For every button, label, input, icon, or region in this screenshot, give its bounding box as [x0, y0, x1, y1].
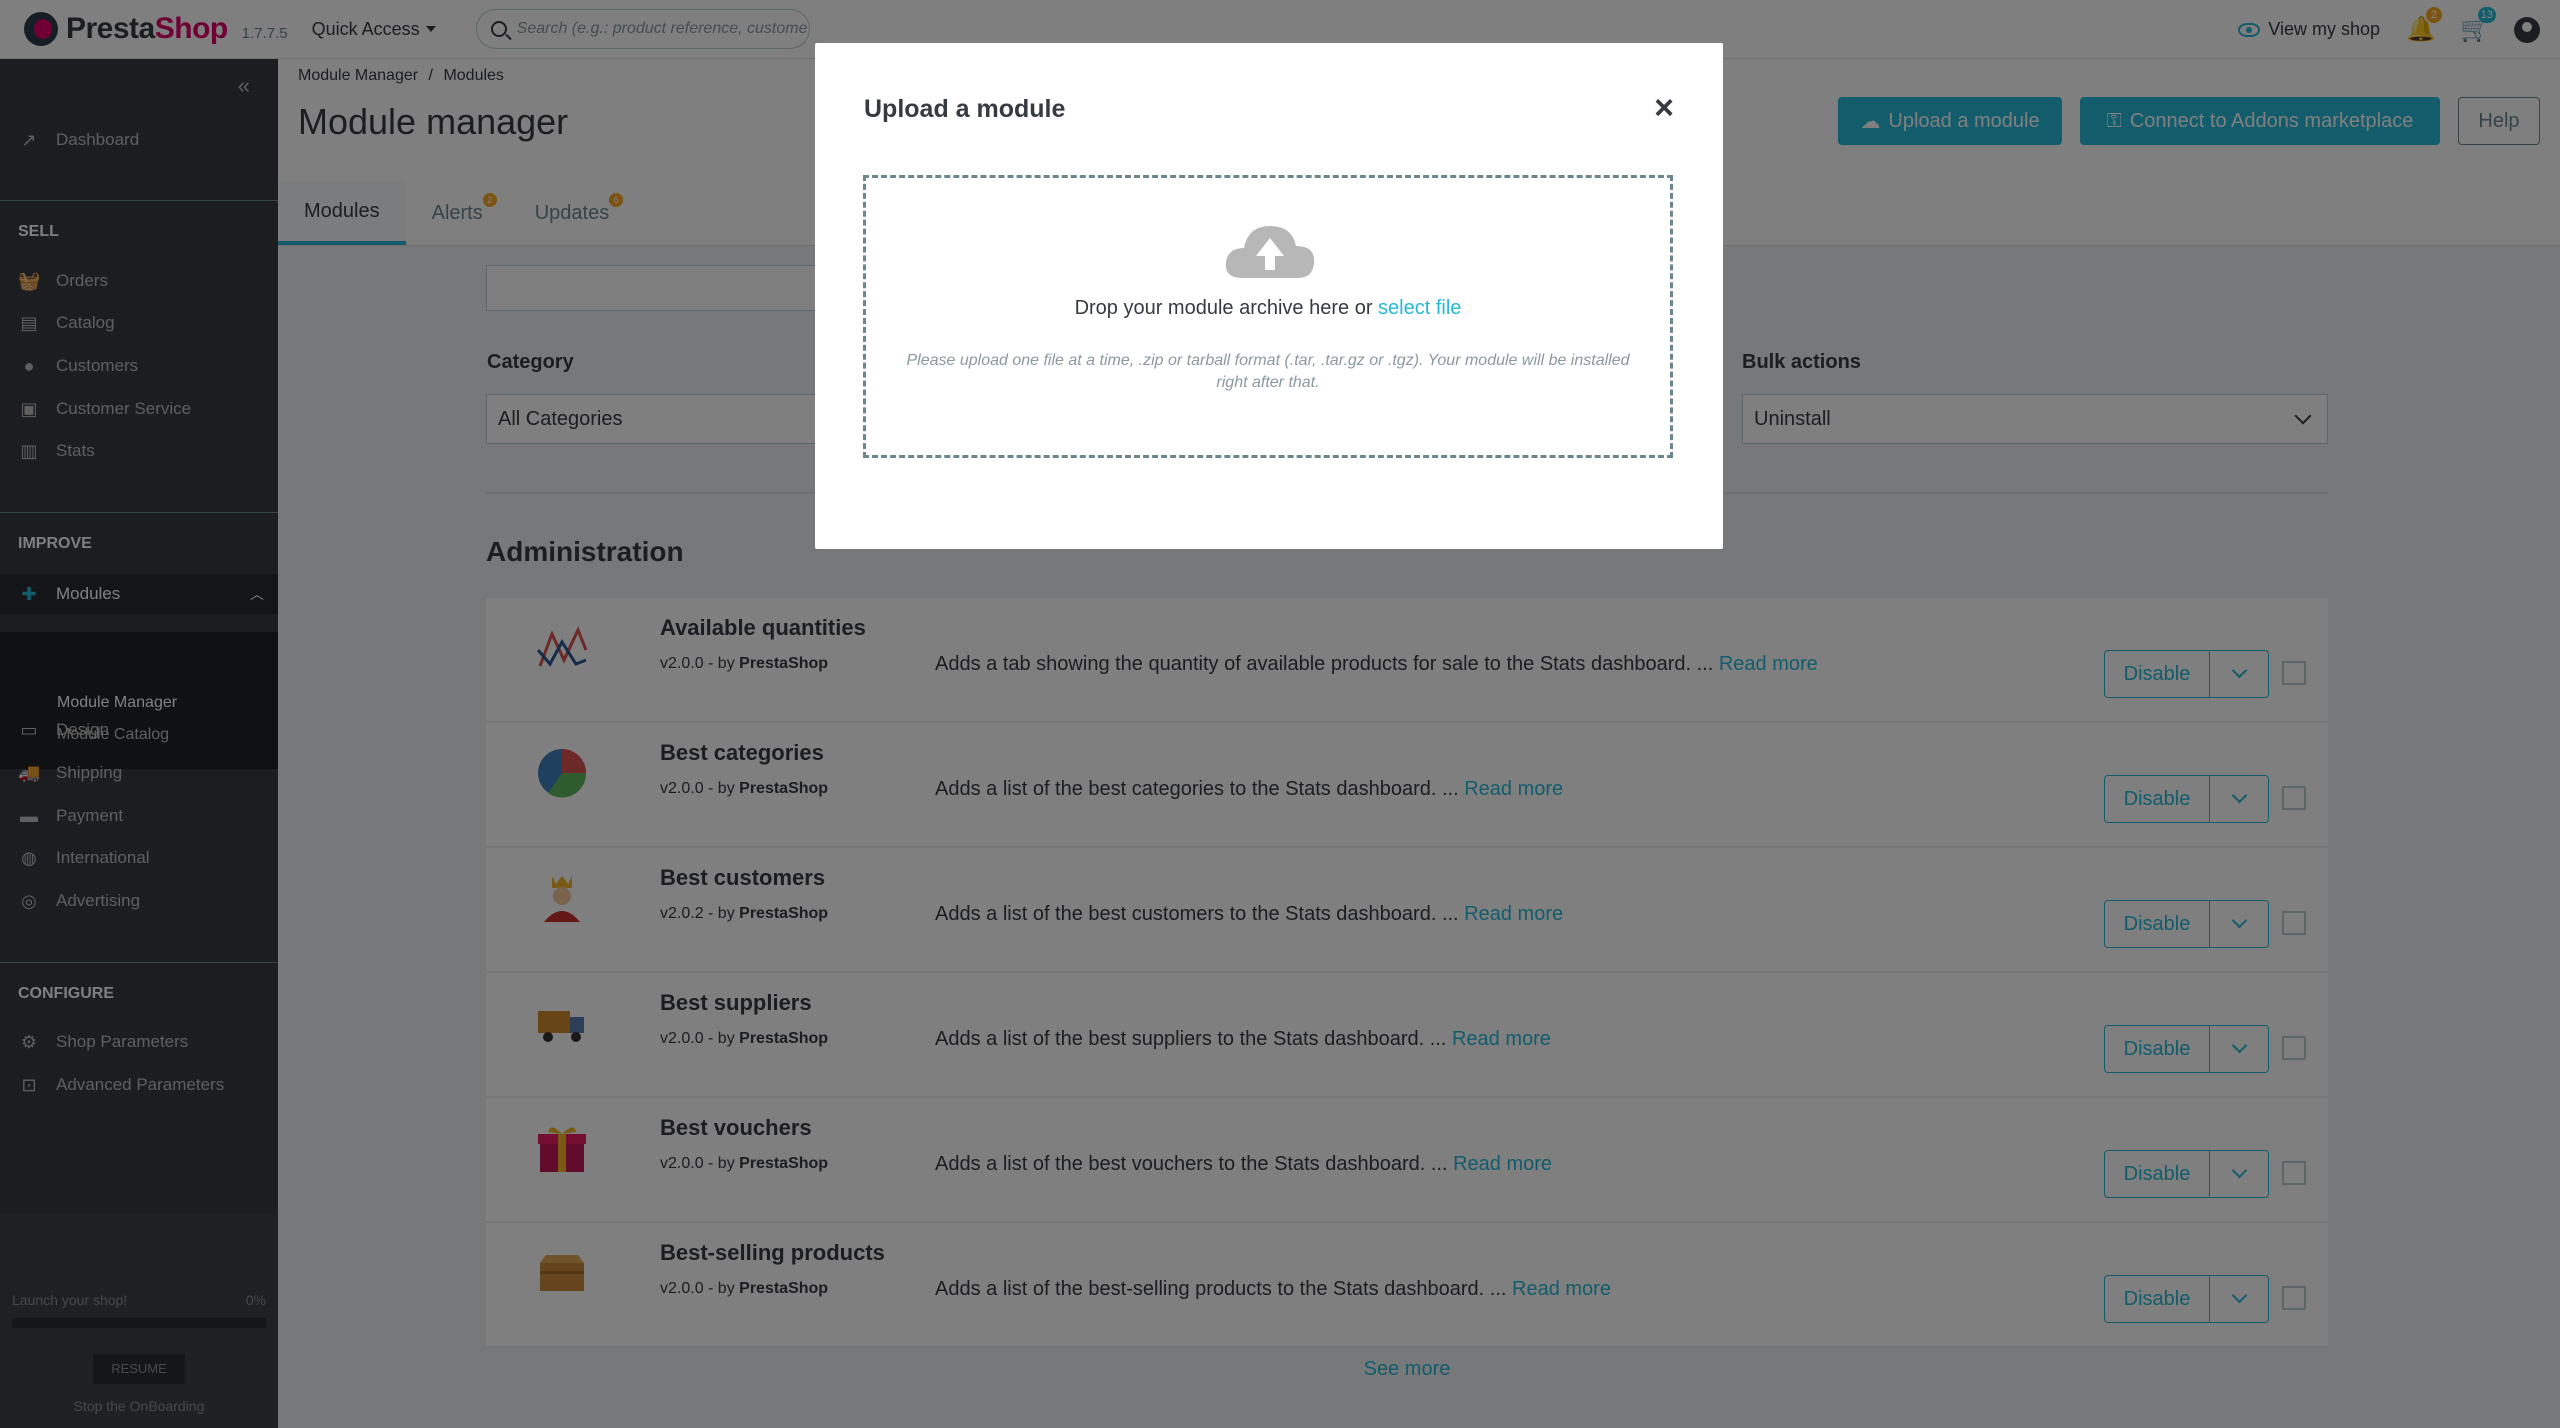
file-dropzone[interactable]: Drop your module archive here or select …: [863, 175, 1673, 458]
close-icon[interactable]: ×: [1647, 91, 1681, 125]
modal-title: Upload a module: [864, 95, 1066, 123]
upload-module-modal: Upload a module × Drop your module archi…: [815, 43, 1723, 549]
upload-hint: Please upload one file at a time, .zip o…: [906, 352, 1630, 391]
drop-instructions: Drop your module archive here or select …: [1074, 297, 1462, 319]
select-file-link[interactable]: select file: [1378, 297, 1461, 319]
cloud-upload-icon: [1225, 226, 1315, 278]
